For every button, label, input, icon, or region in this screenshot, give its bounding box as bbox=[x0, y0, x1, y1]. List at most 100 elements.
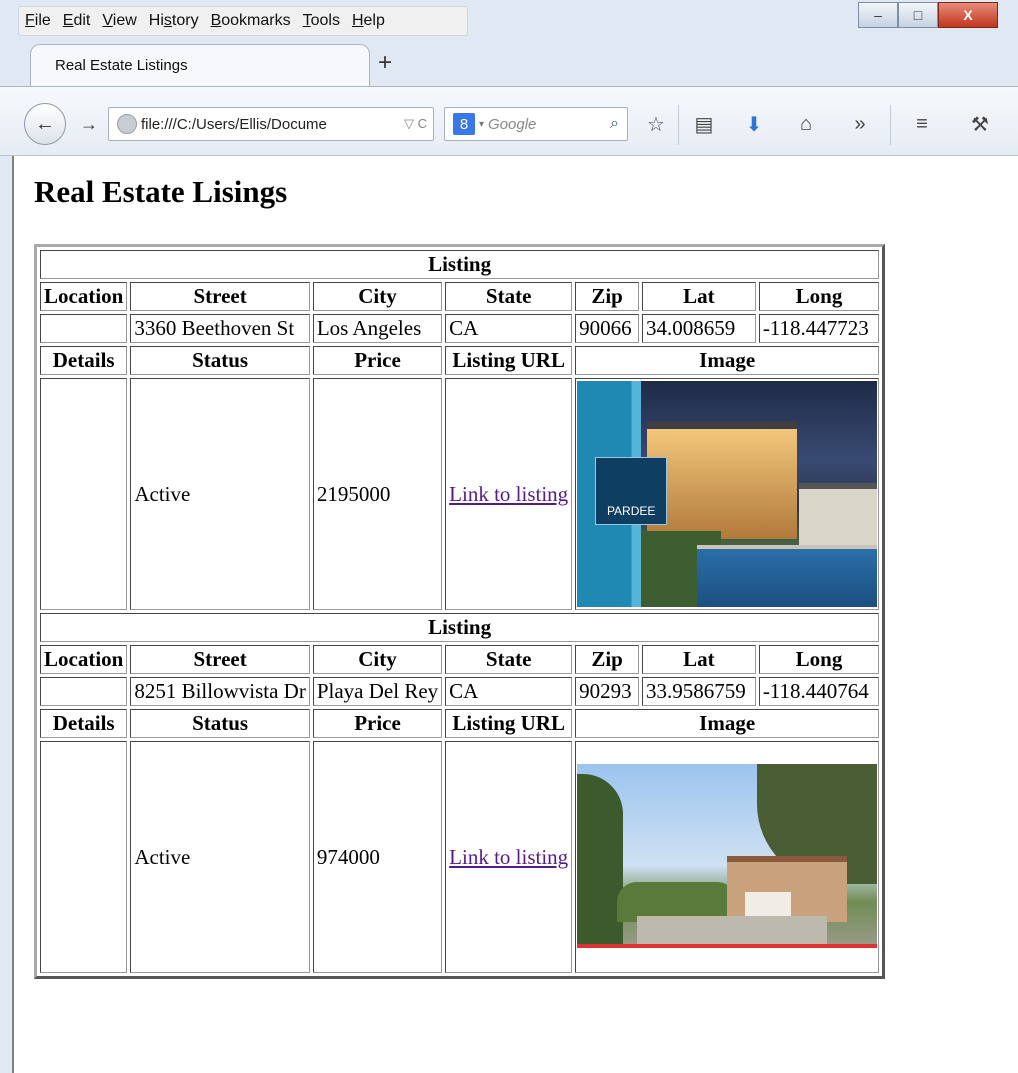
listing-link[interactable]: Link to listing bbox=[449, 482, 568, 506]
globe-icon bbox=[117, 114, 137, 134]
menu-bookmarks[interactable]: Bookmarks bbox=[211, 12, 291, 30]
forward-button[interactable]: → bbox=[72, 107, 106, 141]
details-cell bbox=[40, 741, 128, 973]
details-cell bbox=[40, 378, 128, 610]
overflow-chevron-icon[interactable]: » bbox=[844, 109, 876, 139]
long-header: Long bbox=[758, 645, 880, 674]
home-icon[interactable]: ⌂ bbox=[790, 109, 822, 139]
reload-dropdown-icon[interactable]: ▽ C bbox=[404, 116, 427, 132]
pardee-logo: PARDEE bbox=[595, 457, 668, 525]
search-engine-dropdown-icon[interactable]: ▾ bbox=[479, 119, 484, 130]
listing-photo[interactable]: PARDEE bbox=[577, 381, 878, 607]
listing-url-cell: Link to listing bbox=[445, 378, 573, 610]
url-text[interactable]: file:///C:/Users/Ellis/Docume bbox=[141, 116, 404, 133]
new-tab-button[interactable]: + bbox=[372, 49, 398, 76]
long-header: Long bbox=[758, 282, 880, 311]
city-header: City bbox=[312, 282, 443, 311]
menu-file[interactable]: File bbox=[25, 12, 51, 30]
street-header: Street bbox=[130, 645, 310, 674]
price-header: Price bbox=[312, 709, 443, 738]
toolbar-divider bbox=[678, 105, 679, 145]
zip-cell: 90293 bbox=[575, 677, 640, 706]
zip-header: Zip bbox=[575, 645, 640, 674]
menu-bar: File Edit View History Bookmarks Tools H… bbox=[18, 6, 468, 36]
state-cell: CA bbox=[445, 314, 573, 343]
downloads-arrow-icon[interactable]: ⬇ bbox=[738, 109, 770, 139]
listing-url-header: Listing URL bbox=[445, 346, 573, 375]
state-header: State bbox=[445, 645, 573, 674]
details-header: Details bbox=[40, 346, 128, 375]
image-header: Image bbox=[575, 346, 880, 375]
city-cell: Los Angeles bbox=[312, 314, 443, 343]
menu-help[interactable]: Help bbox=[352, 12, 385, 30]
page-content: Real Estate Lisings Listing Location Str… bbox=[12, 156, 1018, 1073]
status-cell: Active bbox=[130, 378, 310, 610]
city-cell: Playa Del Rey bbox=[312, 677, 443, 706]
details-header: Details bbox=[40, 709, 128, 738]
navigation-toolbar: ← → file:///C:/Users/Ellis/Docume ▽ C 8 … bbox=[0, 86, 1018, 156]
back-arrow-icon: ← bbox=[35, 112, 55, 135]
maximize-button[interactable]: □ bbox=[898, 2, 938, 28]
status-header: Status bbox=[130, 346, 310, 375]
state-cell: CA bbox=[445, 677, 573, 706]
reading-list-icon[interactable]: ▤ bbox=[688, 109, 720, 139]
street-cell: 8251 Billowvista Dr bbox=[130, 677, 310, 706]
menu-tools[interactable]: Tools bbox=[303, 12, 340, 30]
menu-edit[interactable]: Edit bbox=[63, 12, 91, 30]
bookmark-star-icon[interactable]: ☆ bbox=[640, 109, 672, 139]
developer-tools-icon[interactable]: ⚒ bbox=[964, 109, 996, 139]
lat-header: Lat bbox=[642, 282, 756, 311]
tab-title: Real Estate Listings bbox=[55, 57, 188, 74]
listing-url-cell: Link to listing bbox=[445, 741, 573, 973]
photo-pool bbox=[697, 545, 878, 607]
image-header: Image bbox=[575, 709, 880, 738]
listings-table: Listing Location Street City State Zip L… bbox=[34, 244, 886, 979]
street-cell: 3360 Beethoven St bbox=[130, 314, 310, 343]
zip-header: Zip bbox=[575, 282, 640, 311]
table-row: Location Street City State Zip Lat Long bbox=[40, 282, 880, 311]
table-row: Location Street City State Zip Lat Long bbox=[40, 645, 880, 674]
status-cell: Active bbox=[130, 741, 310, 973]
hamburger-menu-icon[interactable]: ≡ bbox=[906, 109, 938, 139]
window-controls: – □ X bbox=[858, 2, 998, 30]
street-header: Street bbox=[130, 282, 310, 311]
page-title: Real Estate Lisings bbox=[34, 174, 288, 209]
listing-photo[interactable] bbox=[577, 764, 878, 948]
lat-cell: 33.9586759 bbox=[642, 677, 756, 706]
menu-history[interactable]: History bbox=[149, 12, 199, 30]
status-header: Status bbox=[130, 709, 310, 738]
listing-url-header: Listing URL bbox=[445, 709, 573, 738]
menu-view[interactable]: View bbox=[102, 12, 136, 30]
image-cell: PARDEE bbox=[575, 378, 880, 610]
price-cell: 2195000 bbox=[312, 378, 443, 610]
close-button[interactable]: X bbox=[938, 2, 998, 28]
long-cell: -118.440764 bbox=[758, 677, 880, 706]
price-header: Price bbox=[312, 346, 443, 375]
location-header: Location bbox=[40, 645, 128, 674]
listing-header: Listing bbox=[40, 250, 880, 279]
lat-header: Lat bbox=[642, 645, 756, 674]
photo-neighbor-house bbox=[799, 483, 878, 549]
lat-cell: 34.008659 bbox=[642, 314, 756, 343]
minimize-button[interactable]: – bbox=[858, 2, 898, 28]
long-cell: -118.447723 bbox=[758, 314, 880, 343]
google-search-engine-icon[interactable]: 8 bbox=[453, 113, 475, 135]
location-cell bbox=[40, 314, 128, 343]
state-header: State bbox=[445, 282, 573, 311]
table-row: Active 2195000 Link to listing PARDEE bbox=[40, 378, 880, 610]
search-input[interactable]: Google bbox=[488, 116, 610, 133]
url-bar[interactable]: file:///C:/Users/Ellis/Docume ▽ C bbox=[108, 107, 434, 141]
table-row: Details Status Price Listing URL Image bbox=[40, 709, 880, 738]
location-header: Location bbox=[40, 282, 128, 311]
search-bar[interactable]: 8 ▾ Google ⌕ bbox=[444, 107, 628, 141]
magnifier-icon[interactable]: ⌕ bbox=[610, 115, 619, 133]
table-row: Listing bbox=[40, 250, 880, 279]
table-row: Details Status Price Listing URL Image bbox=[40, 346, 880, 375]
browser-window: File Edit View History Bookmarks Tools H… bbox=[0, 0, 1018, 1073]
photo-house bbox=[647, 421, 798, 539]
tab-real-estate-listings[interactable]: Real Estate Listings bbox=[30, 44, 370, 86]
listing-link[interactable]: Link to listing bbox=[449, 845, 568, 869]
back-button[interactable]: ← bbox=[24, 103, 66, 145]
forward-arrow-icon: → bbox=[80, 113, 98, 134]
image-cell bbox=[575, 741, 880, 973]
